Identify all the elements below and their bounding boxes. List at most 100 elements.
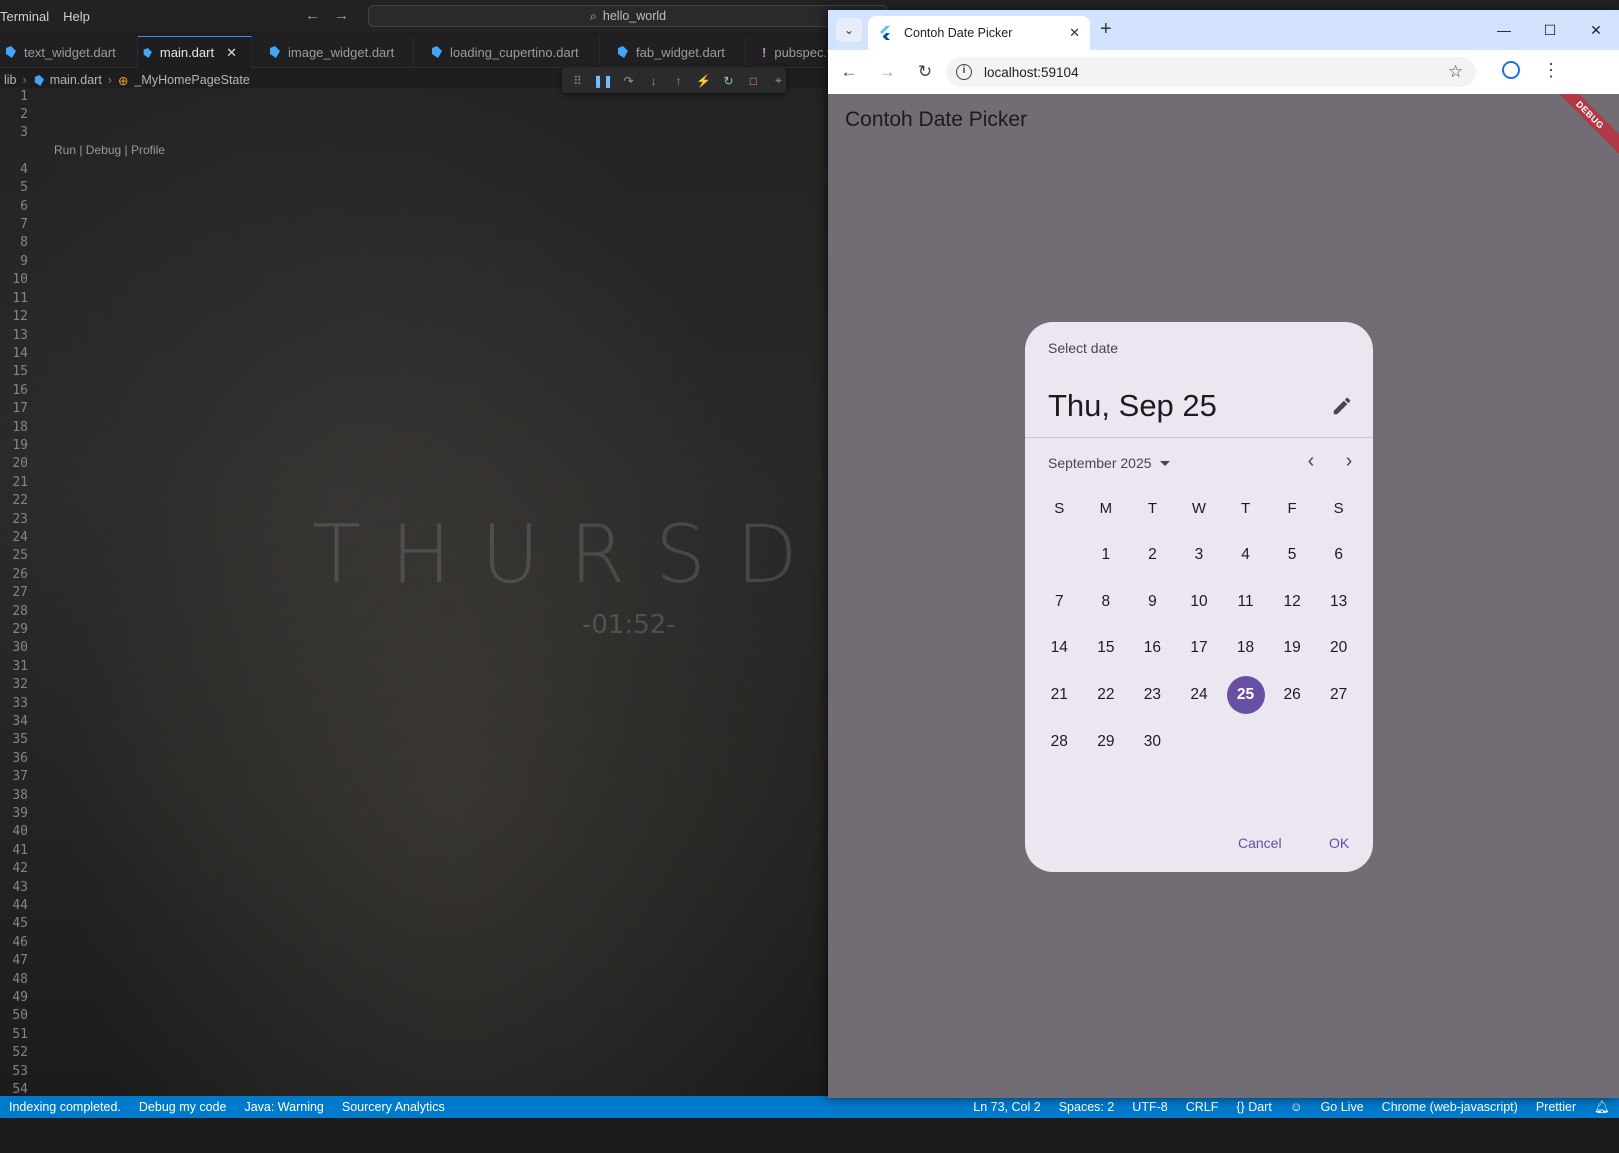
calendar-day[interactable]: 19 <box>1269 625 1316 672</box>
calendar-day[interactable]: 11 <box>1222 579 1269 626</box>
browser-tab[interactable]: Contoh Date Picker ✕ <box>868 16 1090 50</box>
calendar-day[interactable]: 27 <box>1315 672 1362 719</box>
back-arrow-icon[interactable]: ← <box>305 7 320 24</box>
status-debug-my-code[interactable]: Debug my code <box>130 1100 236 1114</box>
calendar-day[interactable]: 2 <box>1129 532 1176 579</box>
step-over-icon[interactable]: ↷ <box>621 73 636 89</box>
breadcrumb-item[interactable]: main.dart <box>50 73 102 87</box>
calendar-day[interactable]: 23 <box>1129 672 1176 719</box>
calendar-day[interactable]: 15 <box>1083 625 1130 672</box>
weekday-header: S M T W T F S <box>1036 500 1362 517</box>
tab-label: main.dart <box>159 45 215 60</box>
command-center-search[interactable]: ⌕ hello_world <box>368 5 888 27</box>
calendar-day[interactable]: 24 <box>1176 672 1223 719</box>
month-year-selector[interactable]: September 2025 <box>1048 455 1170 471</box>
restart-icon[interactable]: ↻ <box>721 73 736 89</box>
drag-handle-icon[interactable]: ⠿ <box>570 73 585 89</box>
step-into-icon[interactable]: ↓ <box>646 73 661 89</box>
calendar-week: 1 2 3 4 5 6 <box>1036 532 1362 579</box>
profile-avatar-icon[interactable] <box>1502 61 1520 79</box>
address-bar[interactable]: i localhost:59104 <box>946 57 1476 87</box>
window-close-icon[interactable]: ✕ <box>1573 10 1619 50</box>
status-debug-target[interactable]: Chrome (web-javascript) <box>1373 1100 1527 1114</box>
calendar-day[interactable]: 9 <box>1129 579 1176 626</box>
calendar-day[interactable]: 21 <box>1036 672 1083 719</box>
forward-icon[interactable]: → <box>870 55 904 89</box>
ok-button[interactable]: OK <box>1329 835 1349 851</box>
calendar-day[interactable]: 14 <box>1036 625 1083 672</box>
hot-reload-icon[interactable]: ⚡ <box>696 73 711 89</box>
calendar-day[interactable]: 26 <box>1269 672 1316 719</box>
copilot-icon[interactable]: ☺ <box>1281 1100 1312 1114</box>
calendar-day[interactable]: 29 <box>1083 718 1130 765</box>
maximize-icon[interactable]: ☐ <box>1527 10 1573 50</box>
code-line: 14 <box>0 345 828 363</box>
calendar-day-selected[interactable]: 25 <box>1222 672 1269 719</box>
calendar-day[interactable]: 17 <box>1176 625 1223 672</box>
previous-month-chevron-icon[interactable]: ‹ <box>1299 450 1323 476</box>
new-tab-plus-icon[interactable]: + <box>1100 19 1112 39</box>
status-prettier[interactable]: Prettier <box>1527 1100 1585 1114</box>
calendar-day[interactable]: 30 <box>1129 718 1176 765</box>
devtools-icon[interactable]: ⌖ <box>771 73 786 89</box>
calendar-day[interactable]: 8 <box>1083 579 1130 626</box>
calendar-day[interactable]: 13 <box>1315 579 1362 626</box>
tab-loading-cupertino[interactable]: loading_cupertino.dart <box>414 36 600 68</box>
status-cursor-position[interactable]: Ln 73, Col 2 <box>964 1100 1049 1114</box>
calendar-day[interactable]: 12 <box>1269 579 1316 626</box>
status-language[interactable]: {} Dart <box>1227 1100 1280 1114</box>
status-indexing[interactable]: Indexing completed. <box>0 1100 130 1114</box>
breadcrumb-item[interactable]: _MyHomePageState <box>134 73 249 87</box>
calendar-day[interactable]: 4 <box>1222 532 1269 579</box>
status-indentation[interactable]: Spaces: 2 <box>1050 1100 1124 1114</box>
calendar-day[interactable]: 1 <box>1083 532 1130 579</box>
close-icon[interactable]: ✕ <box>226 45 237 61</box>
menu-terminal[interactable]: Terminal <box>0 9 59 24</box>
calendar-day[interactable]: 16 <box>1129 625 1176 672</box>
cancel-button[interactable]: Cancel <box>1238 835 1282 851</box>
calendar-day[interactable]: 5 <box>1269 532 1316 579</box>
calendar-day[interactable]: 20 <box>1315 625 1362 672</box>
bookmark-star-icon[interactable]: ☆ <box>1448 62 1463 82</box>
calendar-day[interactable]: 10 <box>1176 579 1223 626</box>
tab-text-widget[interactable]: text_widget.dart <box>0 36 138 68</box>
line-number: 7 <box>20 217 28 232</box>
status-eol[interactable]: CRLF <box>1177 1100 1228 1114</box>
calendar-day[interactable]: 7 <box>1036 579 1083 626</box>
site-info-icon[interactable]: i <box>956 64 972 80</box>
menu-help[interactable]: Help <box>63 9 100 24</box>
status-encoding[interactable]: UTF-8 <box>1123 1100 1176 1114</box>
breadcrumb-item[interactable]: lib <box>4 73 17 87</box>
line-number: 28 <box>12 604 28 619</box>
calendar-day[interactable]: 6 <box>1315 532 1362 579</box>
kebab-menu-icon[interactable]: ⋮ <box>1542 61 1560 79</box>
tab-fab-widget[interactable]: fab_widget.dart <box>600 36 746 68</box>
line-number: 35 <box>12 732 28 747</box>
step-out-icon[interactable]: ↑ <box>671 73 686 89</box>
pause-icon[interactable]: ❚❚ <box>593 73 613 89</box>
calendar-day[interactable]: 22 <box>1083 672 1130 719</box>
edit-pencil-icon[interactable] <box>1331 395 1353 417</box>
next-month-chevron-icon[interactable]: › <box>1337 450 1361 476</box>
calendar-day[interactable]: 18 <box>1222 625 1269 672</box>
tab-pubspec[interactable]: ! pubspec.y <box>746 36 834 68</box>
close-tab-icon[interactable]: ✕ <box>1069 25 1080 41</box>
status-go-live[interactable]: Go Live <box>1312 1100 1373 1114</box>
tab-search-chevron-icon[interactable]: ⌄ <box>836 18 862 42</box>
calendar-week: 7 8 9 10 11 12 13 <box>1036 579 1362 626</box>
reload-icon[interactable]: ↻ <box>908 55 942 89</box>
codelens-run-debug-profile[interactable]: Run | Debug | Profile <box>54 143 165 157</box>
back-icon[interactable]: ← <box>832 55 866 89</box>
stop-icon[interactable]: □ <box>746 73 761 89</box>
notifications-bell-icon[interactable]: 🔔︎ <box>1585 1100 1619 1115</box>
calendar-day[interactable]: 3 <box>1176 532 1223 579</box>
status-sourcery[interactable]: Sourcery Analytics <box>333 1100 454 1114</box>
minimize-icon[interactable]: — <box>1481 10 1527 50</box>
tab-main[interactable]: main.dart ✕ <box>138 36 252 68</box>
status-java-warning[interactable]: Java: Warning <box>235 1100 332 1114</box>
calendar-day[interactable]: 28 <box>1036 718 1083 765</box>
line-number: 9 <box>20 254 28 269</box>
forward-arrow-icon[interactable]: → <box>334 7 349 24</box>
tab-image-widget[interactable]: image_widget.dart <box>252 36 414 68</box>
code-editor[interactable]: THURSDA -01:52- Run | Debug | Profile 12… <box>0 88 828 1096</box>
